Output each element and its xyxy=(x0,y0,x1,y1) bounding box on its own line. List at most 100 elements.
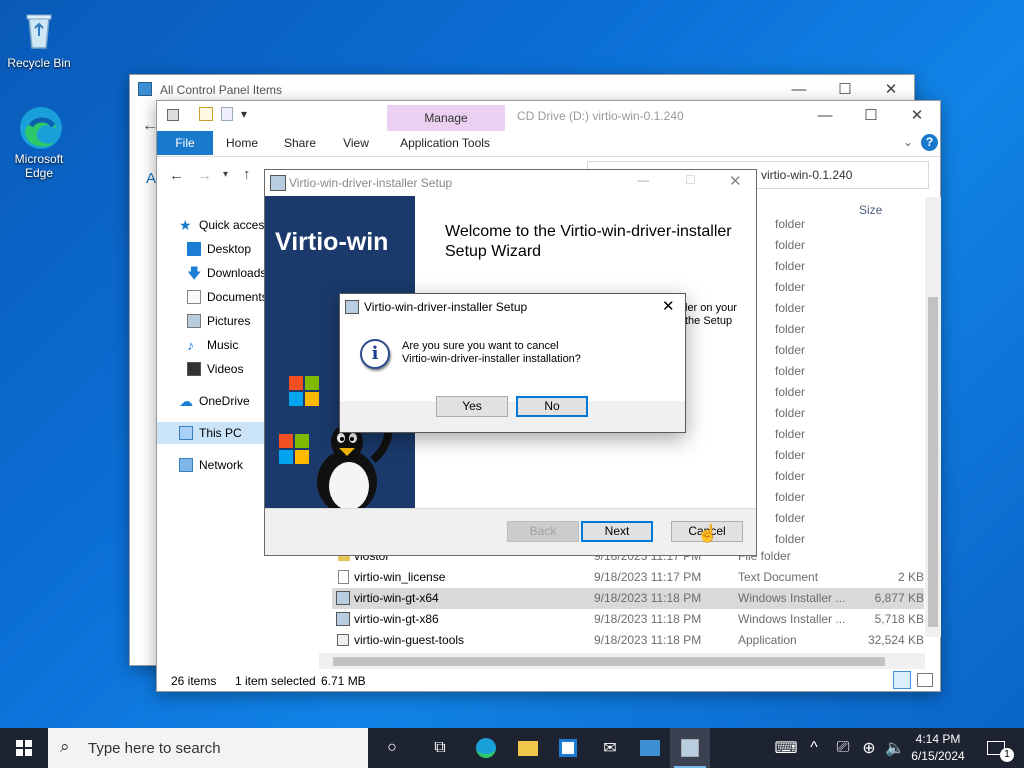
details-view-icon[interactable] xyxy=(893,671,911,689)
desktop-icon-microsoft-edge[interactable]: Microsoft Edge xyxy=(1,104,77,180)
clock-date[interactable]: 6/15/2024 xyxy=(910,749,966,763)
show-hidden-icons-chevron-icon[interactable]: ^ xyxy=(804,728,824,768)
close-button[interactable]: ✕ xyxy=(894,101,940,129)
close-button[interactable]: ✕ xyxy=(868,75,914,103)
music-icon: ♪ xyxy=(187,337,194,353)
qat-dropdown-icon[interactable]: ▾ xyxy=(241,107,247,121)
recent-locations-icon[interactable]: ▾ xyxy=(223,169,228,180)
file-explorer-icon[interactable] xyxy=(508,728,548,768)
device-icon[interactable]: ⎚ xyxy=(830,728,856,768)
installer-icon xyxy=(270,175,286,191)
minimize-button[interactable]: — xyxy=(776,75,822,103)
body-text-fragment: the Setup xyxy=(685,315,733,327)
table-row[interactable]: virtio-win_license 9/18/2023 11:17 PM Te… xyxy=(332,567,924,588)
banner-brand: Virtio-win xyxy=(275,228,389,256)
tab-home[interactable]: Home xyxy=(217,131,267,155)
desktop-icon-label: Microsoft Edge xyxy=(14,152,64,180)
nav-videos[interactable]: Videos xyxy=(187,358,243,380)
forward-arrow-icon[interactable]: → xyxy=(197,167,212,184)
dialog-message-line1: Are you sure you want to cancel xyxy=(402,340,559,352)
minimize-button[interactable]: — xyxy=(637,173,649,187)
videos-icon xyxy=(187,362,201,376)
yes-button[interactable]: Yes xyxy=(436,396,508,417)
folder-type-cell: folder xyxy=(775,364,806,378)
folder-type-cell: folder xyxy=(775,238,806,252)
nav-onedrive[interactable]: ☁ OneDrive xyxy=(179,390,250,412)
back-button[interactable]: Back xyxy=(507,521,579,542)
control-panel-icon xyxy=(138,82,152,96)
clock-time[interactable]: 4:14 PM xyxy=(910,732,966,746)
address-bar[interactable]: virtio-win-0.1.240 xyxy=(761,168,852,182)
notification-center-icon[interactable]: 1 xyxy=(976,728,1016,768)
folder-type-cell: folder xyxy=(775,448,806,462)
minimize-button[interactable]: — xyxy=(802,101,848,129)
welcome-heading: Welcome to the Virtio-win-driver-install… xyxy=(445,223,732,260)
folder-type-cell: folder xyxy=(775,385,806,399)
folder-type-cell: folder xyxy=(775,490,806,504)
close-button[interactable]: ✕ xyxy=(729,172,742,190)
installer-icon xyxy=(336,591,350,605)
control-panel-taskbar-icon[interactable] xyxy=(630,728,670,768)
cancel-confirm-dialog[interactable]: Virtio-win-driver-installer Setup ✕ i Ar… xyxy=(339,293,686,433)
desktop-folder-icon xyxy=(187,242,201,256)
maximize-button[interactable]: ☐ xyxy=(848,101,894,129)
window-title: Virtio-win-driver-installer Setup xyxy=(289,176,453,190)
edge-taskbar-icon[interactable] xyxy=(466,728,506,768)
tab-view[interactable]: View xyxy=(331,131,381,155)
nav-documents[interactable]: Documents xyxy=(187,286,268,308)
nav-quick-access[interactable]: ★ Quick access xyxy=(179,214,270,236)
installer-taskbar-icon[interactable] xyxy=(670,728,710,768)
properties-icon[interactable] xyxy=(199,107,213,121)
nav-music[interactable]: ♪ Music xyxy=(187,334,238,356)
desktop-icon-recycle-bin[interactable]: Recycle Bin xyxy=(1,8,77,70)
tab-application-tools[interactable]: Application Tools xyxy=(389,131,501,155)
notification-badge: 1 xyxy=(1000,748,1014,762)
network-globe-icon[interactable]: ⊕ xyxy=(856,728,882,768)
volume-muted-icon[interactable]: 🔈 xyxy=(882,728,908,768)
search-box[interactable]: ⌕ Type here to search xyxy=(48,728,368,768)
vertical-scrollbar[interactable] xyxy=(925,197,941,637)
installer-icon xyxy=(336,612,350,626)
mail-icon[interactable]: ✉ xyxy=(590,728,630,768)
drive-icon xyxy=(167,109,179,121)
maximize-button[interactable]: ☐ xyxy=(685,173,696,187)
text-file-icon xyxy=(338,570,349,584)
nav-pictures[interactable]: Pictures xyxy=(187,310,250,332)
scrollbar-thumb[interactable] xyxy=(333,657,885,666)
horizontal-scrollbar[interactable] xyxy=(319,653,925,669)
keyboard-icon[interactable]: ⌨ xyxy=(766,728,806,768)
table-row[interactable]: virtio-win-guest-tools 9/18/2023 11:18 P… xyxy=(332,630,924,651)
start-windows-icon[interactable] xyxy=(4,728,44,768)
task-view-icon[interactable]: ⧉ xyxy=(420,728,460,768)
network-icon xyxy=(179,458,193,472)
new-folder-icon[interactable] xyxy=(221,107,233,121)
table-row-selected[interactable]: virtio-win-gt-x64 9/18/2023 11:18 PM Win… xyxy=(332,588,924,609)
table-row[interactable]: virtio-win-gt-x86 9/18/2023 11:18 PM Win… xyxy=(332,609,924,630)
manage-tab[interactable]: Manage xyxy=(387,111,505,125)
search-icon: ⌕ xyxy=(60,737,70,756)
next-button[interactable]: Next xyxy=(581,521,653,542)
ribbon-expand-icon[interactable]: ⌄ xyxy=(903,135,913,149)
column-size[interactable]: Size xyxy=(859,203,882,217)
close-button[interactable]: ✕ xyxy=(662,297,675,315)
nav-downloads[interactable]: 🡇 Downloads xyxy=(187,262,266,284)
window-title: CD Drive (D:) virtio-win-0.1.240 xyxy=(517,109,684,123)
nav-desktop[interactable]: Desktop xyxy=(187,238,251,260)
no-button[interactable]: No xyxy=(516,396,588,417)
nav-network[interactable]: Network xyxy=(179,454,243,476)
store-icon[interactable] xyxy=(548,728,588,768)
folder-type-cell: folder xyxy=(775,406,806,420)
up-arrow-icon[interactable]: ↑ xyxy=(243,166,251,183)
help-icon[interactable]: ? xyxy=(921,134,938,151)
scrollbar-thumb[interactable] xyxy=(928,297,938,627)
maximize-button[interactable]: ☐ xyxy=(822,75,868,103)
tab-file[interactable]: File xyxy=(157,131,213,155)
back-arrow-icon[interactable]: ← xyxy=(169,167,184,184)
nav-this-pc[interactable]: This PC xyxy=(179,422,242,444)
cortana-icon[interactable]: ○ xyxy=(372,728,412,768)
large-icons-view-icon[interactable] xyxy=(917,673,933,687)
tab-share[interactable]: Share xyxy=(275,131,325,155)
status-selected: 1 item selected xyxy=(235,674,316,688)
windows-logo-icon xyxy=(279,434,309,467)
folder-type-cell: folder xyxy=(775,259,806,273)
